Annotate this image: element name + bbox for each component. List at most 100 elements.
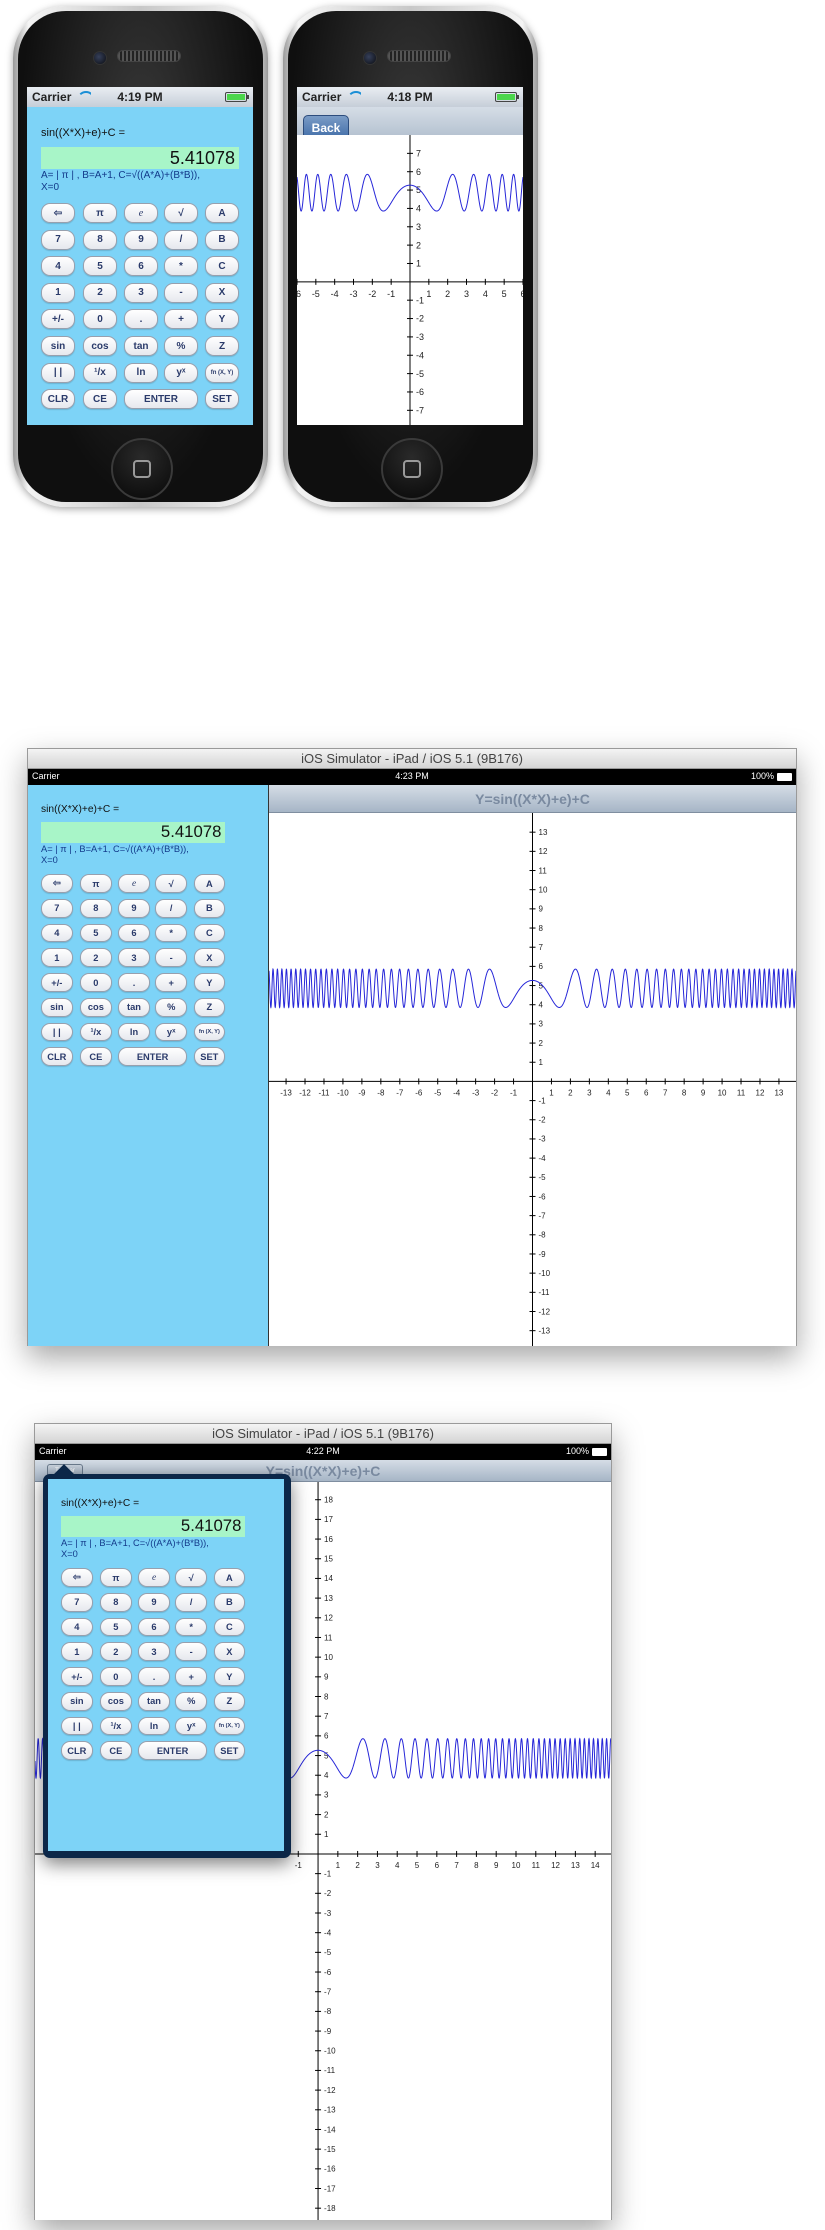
decimal-key[interactable]: . [138,1667,170,1686]
zero-key[interactable]: 0 [80,973,112,992]
cos-key[interactable]: cos [83,336,117,356]
four-key[interactable]: 4 [41,923,73,943]
plus-key[interactable]: + [155,973,188,992]
tan-key[interactable]: tan [124,336,158,356]
sign-toggle-key[interactable]: +/- [61,1667,93,1686]
nine-key[interactable]: 9 [118,899,150,918]
c-key[interactable]: C [193,923,226,943]
six-key[interactable]: 6 [138,1617,170,1637]
fn-xy-key[interactable]: fn (X, Y) [213,1716,246,1736]
clear-entry-key[interactable]: CE [80,1047,112,1067]
tan-key[interactable]: tan [118,997,150,1017]
zero-key[interactable]: 0 [83,309,117,330]
ln-key[interactable]: ln [118,1022,150,1042]
e-key[interactable]: e [138,1568,170,1587]
reciprocal-key[interactable]: ¹/x [80,1022,112,1042]
two-key[interactable]: 2 [80,948,112,968]
power-key[interactable]: yˣ [164,362,198,383]
backspace-key[interactable]: ⇦ [41,874,73,893]
minus-key[interactable]: - [175,1642,208,1662]
x-key[interactable]: X [205,282,239,303]
minus-key[interactable]: - [155,948,188,968]
sin-key[interactable]: sin [41,336,75,356]
sin-key[interactable]: sin [41,997,73,1017]
seven-key[interactable]: 7 [61,1593,93,1612]
a-key[interactable]: A [205,203,239,223]
function-graph[interactable]: -6-5-4-3-2-1123456-7-6-5-4-3-2-11234567 [297,135,523,425]
b-key[interactable]: B [213,1593,246,1612]
ln-key[interactable]: ln [138,1716,170,1736]
three-key[interactable]: 3 [124,282,158,303]
minus-key[interactable]: - [164,282,198,303]
x-key[interactable]: X [213,1642,246,1662]
pi-key[interactable]: π [80,874,112,893]
abs-key[interactable]: | | [41,362,75,383]
multiply-key[interactable]: * [164,256,198,277]
home-button[interactable] [381,438,443,500]
enter-key[interactable]: ENTER [124,389,198,410]
percent-key[interactable]: % [164,336,198,356]
clear-entry-key[interactable]: CE [100,1741,132,1761]
set-key[interactable]: SET [205,389,239,410]
divide-key[interactable]: / [155,899,188,918]
divide-key[interactable]: / [175,1593,208,1612]
sqrt-key[interactable]: √ [175,1568,208,1587]
five-key[interactable]: 5 [100,1617,132,1637]
sign-toggle-key[interactable]: +/- [41,309,75,330]
backspace-key[interactable]: ⇦ [61,1568,93,1587]
zero-key[interactable]: 0 [100,1667,132,1686]
sin-key[interactable]: sin [61,1691,93,1711]
pi-key[interactable]: π [83,203,117,223]
sqrt-key[interactable]: √ [155,874,188,893]
seven-key[interactable]: 7 [41,899,73,918]
two-key[interactable]: 2 [100,1642,132,1662]
four-key[interactable]: 4 [41,256,75,277]
divide-key[interactable]: / [164,229,198,250]
y-key[interactable]: Y [205,309,239,330]
ln-key[interactable]: ln [124,362,158,383]
power-key[interactable]: yˣ [175,1716,208,1736]
cos-key[interactable]: cos [80,997,112,1017]
e-key[interactable]: e [118,874,150,893]
two-key[interactable]: 2 [83,282,117,303]
a-key[interactable]: A [193,874,226,893]
five-key[interactable]: 5 [80,923,112,943]
home-button[interactable] [111,438,173,500]
plus-key[interactable]: + [175,1667,208,1686]
enter-key[interactable]: ENTER [138,1741,208,1761]
nine-key[interactable]: 9 [138,1593,170,1612]
abs-key[interactable]: | | [41,1022,73,1042]
eight-key[interactable]: 8 [83,229,117,250]
tan-key[interactable]: tan [138,1691,170,1711]
clear-key[interactable]: CLR [61,1741,93,1761]
set-key[interactable]: SET [193,1047,226,1067]
z-key[interactable]: Z [205,336,239,356]
four-key[interactable]: 4 [61,1617,93,1637]
enter-key[interactable]: ENTER [118,1047,188,1067]
backspace-key[interactable]: ⇦ [41,203,75,223]
z-key[interactable]: Z [213,1691,246,1711]
clear-entry-key[interactable]: CE [83,389,117,410]
fn-xy-key[interactable]: fn (X, Y) [193,1022,226,1042]
plus-key[interactable]: + [164,309,198,330]
b-key[interactable]: B [193,899,226,918]
one-key[interactable]: 1 [61,1642,93,1662]
c-key[interactable]: C [205,256,239,277]
a-key[interactable]: A [213,1568,246,1587]
e-key[interactable]: e [124,203,158,223]
function-graph[interactable]: -13 -12 -11 -10 -9 -8 -7 -6 -5 -4 -3 -2 -1 1 2 3 4 5 6 7 8 9 1… [269,813,796,1346]
z-key[interactable]: Z [193,997,226,1017]
clear-key[interactable]: CLR [41,389,75,410]
percent-key[interactable]: % [155,997,188,1017]
set-key[interactable]: SET [213,1741,246,1761]
decimal-key[interactable]: . [118,973,150,992]
fn-xy-key[interactable]: fn (X, Y) [205,362,239,383]
power-key[interactable]: yˣ [155,1022,188,1042]
eight-key[interactable]: 8 [80,899,112,918]
reciprocal-key[interactable]: ¹/x [100,1716,132,1736]
multiply-key[interactable]: * [175,1617,208,1637]
cos-key[interactable]: cos [100,1691,132,1711]
clear-key[interactable]: CLR [41,1047,73,1067]
seven-key[interactable]: 7 [41,229,75,250]
y-key[interactable]: Y [213,1667,246,1686]
